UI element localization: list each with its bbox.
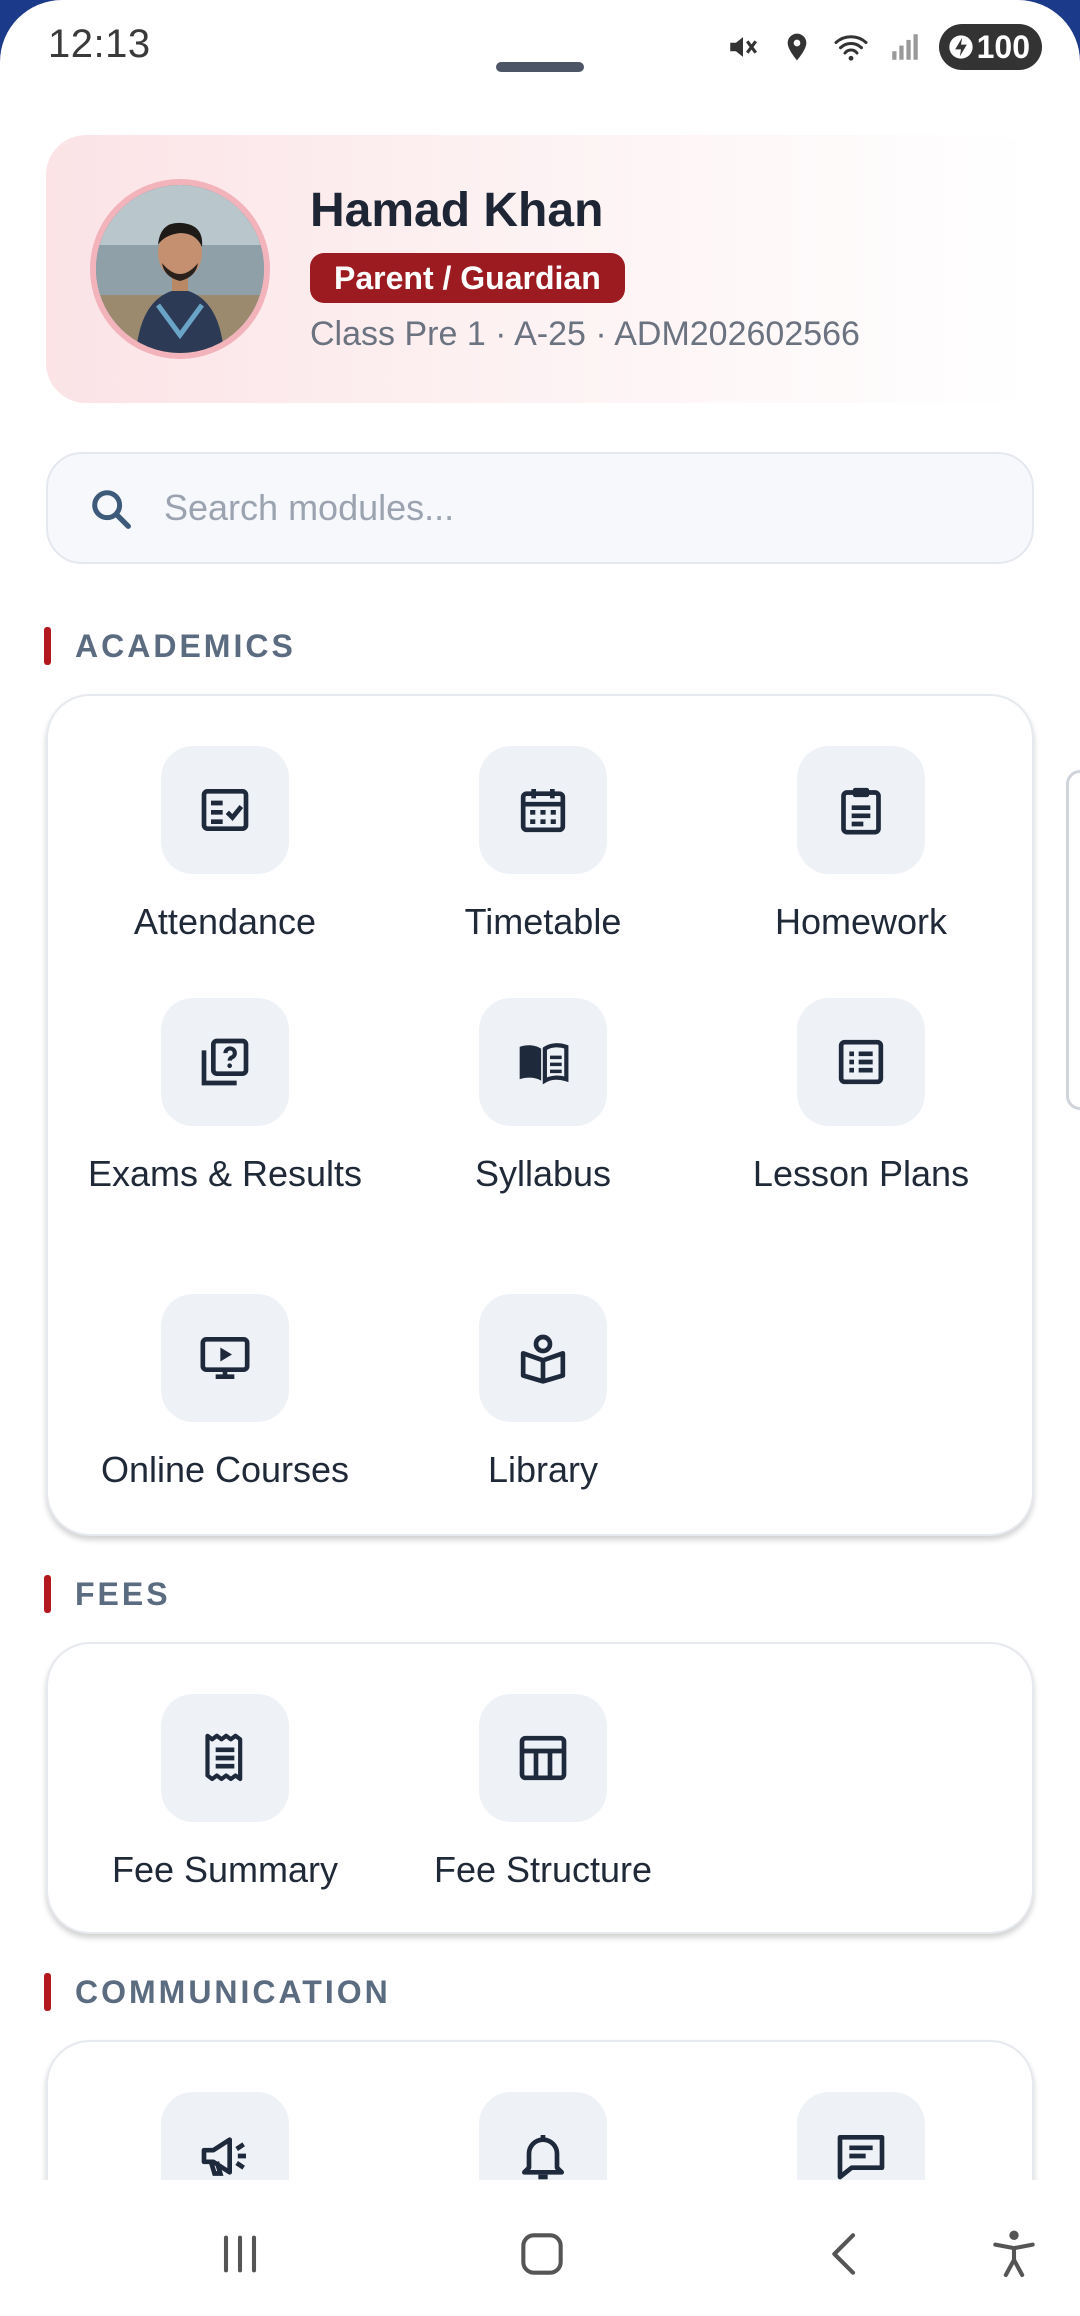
fees-card: Fee Summary Fee Structure: [46, 1642, 1034, 1934]
role-badge: Parent / Guardian: [310, 253, 625, 303]
avatar[interactable]: [90, 179, 270, 359]
section-header-fees: FEES: [44, 1574, 171, 1614]
clipboard-icon: [841, 787, 881, 835]
mute-icon: [723, 27, 763, 67]
library-icon: [520, 1334, 566, 1384]
section-title-fees: FEES: [75, 1575, 171, 1612]
module-exams-results[interactable]: Exams & Results: [66, 998, 384, 1196]
module-fee-summary[interactable]: Fee Summary: [66, 1694, 384, 1892]
module-label: Library: [487, 1449, 599, 1490]
recents-button[interactable]: [200, 2214, 280, 2294]
home-button[interactable]: [502, 2214, 582, 2294]
bell-icon: [522, 2135, 564, 2180]
back-icon: [832, 2233, 856, 2275]
module-label: Syllabus: [474, 1153, 612, 1194]
section-header-academics: ACADEMICS: [44, 626, 296, 666]
section-title-academics: ACADEMICS: [75, 627, 296, 664]
profile-name: Hamad Khan: [310, 184, 604, 237]
module-lesson-plans[interactable]: Lesson Plans: [702, 998, 1020, 1196]
module-label: Lesson Plans: [752, 1153, 970, 1194]
exam-icon: [201, 1038, 249, 1086]
module-tile[interactable]: [479, 746, 607, 874]
megaphone-icon: [201, 2137, 246, 2176]
battery-level: 100: [976, 28, 1030, 65]
section-accent-bar: [44, 1973, 51, 2011]
accessibility-button[interactable]: [974, 2214, 1054, 2294]
chat-icon: [837, 2135, 885, 2180]
module-tile[interactable]: [479, 1294, 607, 1422]
module-tile[interactable]: [161, 1294, 289, 1422]
system-nav-bar: [0, 2180, 1080, 2316]
calendar-icon: [520, 789, 566, 833]
section-header-communication: COMMUNICATION: [44, 1972, 391, 2012]
module-label: Timetable: [464, 901, 622, 942]
receipt-icon: [205, 1733, 243, 1782]
profile-card[interactable]: Hamad Khan Parent / Guardian Class Pre 1…: [46, 135, 1034, 403]
search-icon: [92, 490, 131, 529]
accessibility-icon: [993, 2230, 1035, 2278]
module-tile[interactable]: [161, 1694, 289, 1822]
module-syllabus[interactable]: Syllabus: [384, 998, 702, 1196]
search-input[interactable]: [164, 454, 1004, 562]
module-timetable[interactable]: Timetable: [384, 746, 702, 944]
module-tile[interactable]: [161, 998, 289, 1126]
status-bar: 12:13 100: [0, 0, 1080, 95]
back-button[interactable]: [806, 2214, 886, 2294]
module-label: Homework: [774, 901, 948, 942]
module-label: Online Courses: [100, 1449, 350, 1490]
recents-icon: [223, 2235, 257, 2273]
module-tile[interactable]: [479, 1694, 607, 1822]
section-title-communication: COMMUNICATION: [75, 1973, 391, 2010]
search-box[interactable]: [46, 452, 1034, 564]
attendance-icon: [201, 789, 249, 831]
video-icon: [200, 1337, 250, 1379]
battery-icon: 100: [938, 24, 1042, 70]
status-icons: 100: [723, 22, 1042, 72]
profile-meta: Class Pre 1 · A-25 · ADM202602566: [310, 315, 860, 353]
location-icon: [777, 27, 817, 67]
module-homework[interactable]: Homework: [702, 746, 1020, 944]
module-attendance[interactable]: Attendance: [66, 746, 384, 944]
side-panel-handle[interactable]: [1066, 770, 1080, 1110]
module-label: Attendance: [133, 901, 317, 942]
drag-handle[interactable]: [496, 62, 584, 72]
app-screen: 12:13 100 Hamad Khan Parent / Guardian C…: [0, 0, 1080, 2316]
module-library[interactable]: Library: [384, 1294, 702, 1492]
module-fee-structure[interactable]: Fee Structure: [384, 1694, 702, 1892]
module-online-courses[interactable]: Online Courses: [66, 1294, 384, 1492]
module-tile[interactable]: [479, 998, 607, 1126]
module-tile[interactable]: [161, 746, 289, 874]
module-label: Exams & Results: [87, 1153, 363, 1194]
table-icon: [519, 1735, 567, 1781]
list-icon: [838, 1039, 884, 1085]
wifi-icon: [831, 27, 871, 67]
book-icon: [519, 1043, 569, 1085]
module-label: Fee Summary: [111, 1849, 339, 1890]
signal-icon: [885, 27, 925, 67]
home-icon: [521, 2233, 563, 2275]
section-accent-bar: [44, 627, 51, 665]
status-time: 12:13: [48, 22, 151, 66]
module-tile[interactable]: [797, 746, 925, 874]
section-accent-bar: [44, 1575, 51, 1613]
module-tile[interactable]: [797, 998, 925, 1126]
academics-card: Attendance Timetable Homework Exams & Re…: [46, 694, 1034, 1536]
module-label: Fee Structure: [433, 1849, 653, 1890]
